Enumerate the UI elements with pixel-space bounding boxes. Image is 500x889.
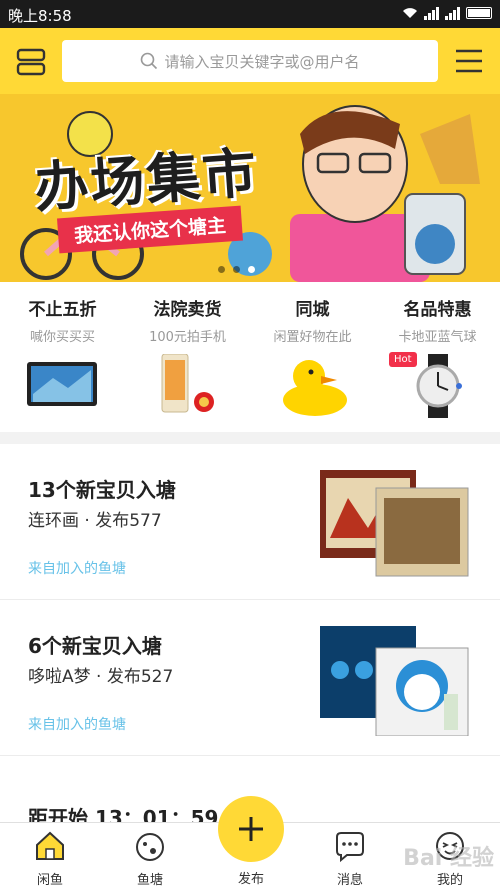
plus-icon — [239, 817, 263, 841]
category-discount[interactable]: 不止五折 喊你买买买 — [0, 282, 125, 432]
promo-banner[interactable]: 办场集市 我还认你这个塘主 — [0, 94, 500, 282]
banner-pager — [218, 266, 255, 273]
phone-icon — [161, 354, 214, 413]
tablet-icon — [26, 362, 97, 406]
battery-icon — [466, 7, 492, 19]
scan-button[interactable] — [12, 42, 50, 80]
category-brands[interactable]: 名品特惠 卡地亚蓝气球 Hot — [375, 282, 500, 432]
publish-label: 发布 — [237, 872, 264, 887]
category-name: 名品特惠 — [403, 300, 472, 320]
watermark: Bai 经验 — [403, 846, 494, 871]
publish-button[interactable] — [218, 796, 284, 862]
card-thumbnail — [320, 470, 469, 577]
meta-separator: · — [96, 667, 107, 687]
category-desc: 闲置好物在此 — [273, 330, 352, 345]
tab-home[interactable]: 闲鱼 — [0, 823, 100, 889]
search-icon — [141, 52, 158, 70]
menu-icon — [456, 49, 482, 73]
card-title: 13个新宝贝入塘 — [28, 478, 176, 502]
tab-label: 鱼塘 — [136, 873, 163, 888]
pager-dot — [218, 266, 225, 273]
feed-card[interactable]: 6个新宝贝入塘 哆啦A梦 · 发布527 来自加入的鱼塘 — [0, 600, 500, 756]
status-bar: 晚上8:58 — [0, 0, 500, 28]
tab-label: 消息 — [336, 873, 363, 888]
category-name: 不止五折 — [28, 300, 97, 320]
top-header: 请输入宝贝关键字或@用户名 — [0, 28, 500, 94]
card-post-count: 发布577 — [95, 511, 162, 531]
pond-feed: 13个新宝贝入塘 连环画 · 发布577 来自加入的鱼塘 6个新宝贝入塘 哆啦A… — [0, 444, 500, 836]
card-title: 6个新宝贝入塘 — [28, 634, 162, 658]
meta-separator: · — [84, 511, 96, 531]
card-thumbnail — [320, 626, 469, 736]
pond-icon — [136, 833, 164, 861]
scan-icon — [16, 48, 46, 76]
feed-card[interactable]: 13个新宝贝入塘 连环画 · 发布577 来自加入的鱼塘 — [0, 444, 500, 600]
watch-icon — [416, 354, 462, 418]
category-name: 法院卖货 — [153, 300, 222, 320]
category-name: 同城 — [295, 300, 330, 320]
category-row: 不止五折 喊你买买买 法院卖货 100元拍手机 同城 闲置好物在此 名品特惠 卡… — [0, 282, 500, 432]
screen: 晚上8:58 请输入宝贝关键字或@用户名 办场集市 我还认你这个塘主 不止五折 … — [0, 0, 500, 889]
message-icon — [336, 832, 364, 863]
category-court-sale[interactable]: 法院卖货 100元拍手机 — [125, 282, 250, 432]
category-local[interactable]: 同城 闲置好物在此 — [250, 282, 375, 432]
menu-button[interactable] — [450, 42, 488, 80]
card-meta: 连环画 · 发布577 — [28, 506, 162, 531]
pager-dot — [233, 266, 240, 273]
card-source: 来自加入的鱼塘 — [28, 717, 126, 733]
status-icons — [402, 6, 492, 20]
signal-icon — [424, 6, 439, 20]
category-desc: 100元拍手机 — [149, 330, 226, 345]
card-post-count: 发布527 — [106, 667, 174, 687]
category-desc: 卡地亚蓝气球 — [398, 330, 477, 345]
card-pond-name: 连环画 — [28, 511, 79, 531]
signal-icon-2 — [445, 6, 460, 20]
card-source: 来自加入的鱼塘 — [28, 561, 126, 577]
status-time: 晚上8:58 — [8, 7, 72, 25]
tab-label: 闲鱼 — [36, 873, 63, 888]
tab-messages[interactable]: 消息 — [300, 823, 400, 889]
search-placeholder: 请输入宝贝关键字或@用户名 — [164, 52, 360, 71]
category-desc: 喊你买买买 — [29, 330, 95, 345]
wifi-icon — [403, 8, 417, 18]
card-pond-name: 哆啦A梦 — [28, 667, 91, 687]
home-icon — [36, 831, 64, 860]
rubber-duck-icon — [282, 360, 347, 416]
search-input[interactable]: 请输入宝贝关键字或@用户名 — [62, 40, 438, 82]
tab-pond[interactable]: 鱼塘 — [100, 823, 200, 889]
card-meta: 哆啦A梦 · 发布527 — [28, 662, 173, 687]
pager-dot-active — [248, 266, 255, 273]
